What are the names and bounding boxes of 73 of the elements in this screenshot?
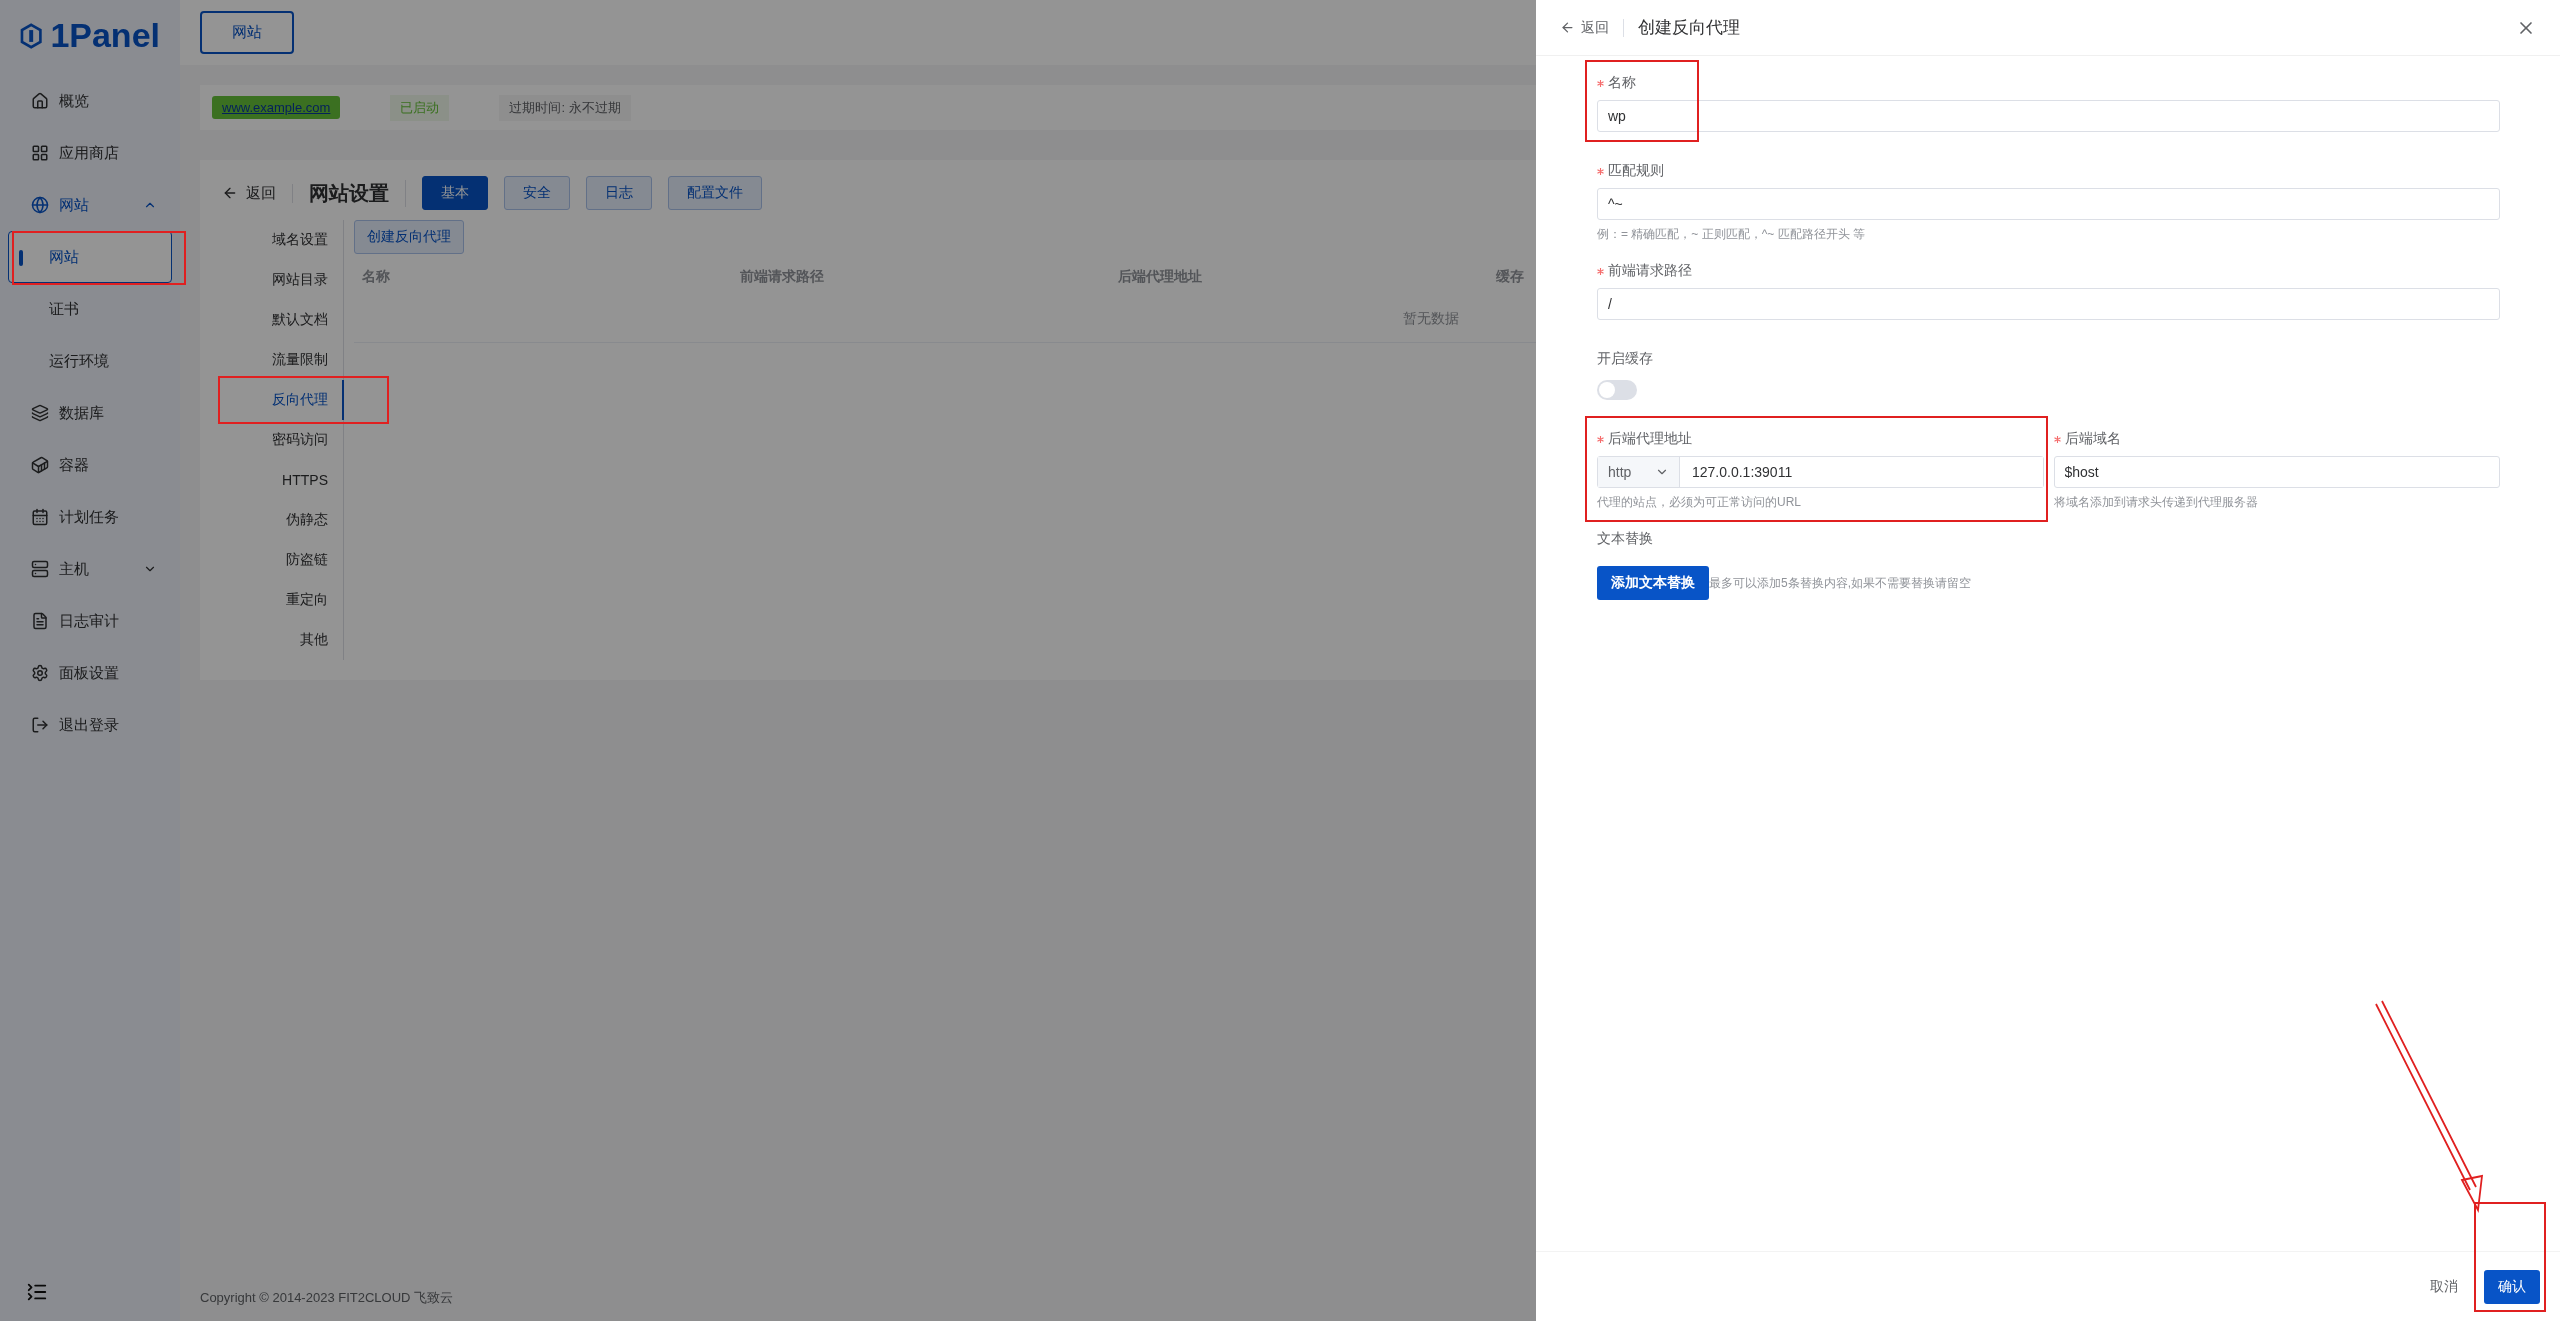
settings-menu-item[interactable]: 反向代理: [222, 380, 344, 420]
settings-menu-item[interactable]: 伪静态: [222, 500, 344, 540]
sidebar-item[interactable]: 应用商店: [8, 127, 172, 179]
text-field[interactable]: /: [1597, 288, 2500, 320]
page-title: 网站设置: [309, 179, 406, 207]
hint-text: 最多可以添加5条替换内容,如果不需要替换请留空: [1709, 574, 1971, 592]
settings-tab[interactable]: 配置文件: [668, 176, 762, 210]
settings-tab[interactable]: 基本: [422, 176, 488, 210]
sidebar-item[interactable]: 主机: [8, 543, 172, 595]
calendar-icon: [31, 508, 49, 526]
sidebar-item[interactable]: 容器: [8, 439, 172, 491]
globe-icon: [31, 196, 49, 214]
back-link[interactable]: 返回: [1560, 18, 1624, 37]
create-proxy-button[interactable]: 创建反向代理: [354, 220, 464, 254]
address-field[interactable]: http 127.0.0.1:39011: [1597, 456, 2044, 488]
column-header: 缓存: [1496, 268, 1524, 286]
copyright-text: Copyright © 2014-2023 FIT2CLOUD 飞致云: [200, 1289, 454, 1307]
sidebar-item[interactable]: 日志审计: [8, 595, 172, 647]
toggle-switch[interactable]: [1597, 380, 1637, 400]
sidebar-subitem[interactable]: 网站: [8, 231, 172, 283]
menu-collapse-icon[interactable]: [26, 1281, 48, 1303]
settings-menu-item[interactable]: 防盗链: [222, 540, 344, 580]
layers-icon: [31, 404, 49, 422]
sidebar-item[interactable]: 概览: [8, 75, 172, 127]
top-tab[interactable]: 网站: [200, 11, 294, 54]
sidebar-subitem[interactable]: 运行环境: [8, 335, 172, 387]
text-field[interactable]: wp: [1597, 100, 2500, 132]
settings-menu-item[interactable]: 网站目录: [222, 260, 344, 300]
document-icon: [31, 612, 49, 630]
scheme-select[interactable]: http: [1598, 457, 1680, 487]
sidebar-item[interactable]: 面板设置: [8, 647, 172, 699]
box-icon: [31, 456, 49, 474]
settings-menu-item[interactable]: 域名设置: [222, 220, 344, 260]
hint-text: 将域名添加到请求头传递到代理服务器: [2053, 494, 2259, 511]
confirm-button[interactable]: 确认: [2484, 1269, 2540, 1304]
settings-tab[interactable]: 日志: [586, 176, 652, 210]
settings-menu-item[interactable]: 其他: [222, 620, 344, 660]
settings-menu-item[interactable]: 密码访问: [222, 420, 344, 460]
text-field[interactable]: ^~: [1597, 188, 2500, 220]
status-tag: 已启动: [390, 94, 450, 121]
logout-icon: [31, 716, 49, 734]
field-label: 后端域名: [2064, 430, 2121, 448]
logo-text: 1Panel: [50, 16, 160, 55]
server-icon: [31, 560, 49, 578]
field-label: 开启缓存: [1597, 350, 1653, 368]
settings-tab[interactable]: 安全: [504, 176, 570, 210]
expiry-tag: 过期时间: 永不过期: [499, 94, 631, 121]
settings-icon: [31, 664, 49, 682]
field-label: 后端代理地址: [1608, 430, 1692, 448]
sidebar-item[interactable]: 网站: [8, 179, 172, 231]
sidebar-item[interactable]: 数据库: [8, 387, 172, 439]
settings-menu-item[interactable]: 默认文档: [222, 300, 344, 340]
field-label: 匹配规则: [1608, 162, 1664, 180]
hint-text: 例：= 精确匹配，~ 正则匹配，^~ 匹配路径开头 等: [1597, 226, 1866, 243]
back-link[interactable]: 返回: [222, 183, 293, 203]
settings-menu-item[interactable]: HTTPS: [222, 460, 344, 500]
column-header: 名称: [362, 268, 390, 286]
field-label: 文本替换: [1597, 530, 1653, 548]
field-label: 前端请求路径: [1608, 262, 1692, 280]
field-label: 名称: [1608, 74, 1636, 92]
grid-icon: [31, 144, 49, 162]
hint-text: 代理的站点，必须为可正常访问的URL: [1597, 494, 1802, 511]
column-header: 后端代理地址: [1118, 268, 1202, 286]
text-field[interactable]: $host: [2053, 456, 2500, 488]
add-text-replace-button[interactable]: 添加文本替换: [1597, 566, 1709, 600]
sidebar-item[interactable]: 退出登录: [8, 699, 172, 751]
sidebar-subitem[interactable]: 证书: [8, 283, 172, 335]
drawer-title: 创建反向代理: [1638, 17, 1740, 39]
home-icon: [31, 92, 49, 110]
sidebar-item[interactable]: 计划任务: [8, 491, 172, 543]
settings-menu-item[interactable]: 流量限制: [222, 340, 344, 380]
settings-menu-item[interactable]: 重定向: [222, 580, 344, 620]
column-header: 前端请求路径: [740, 268, 824, 286]
